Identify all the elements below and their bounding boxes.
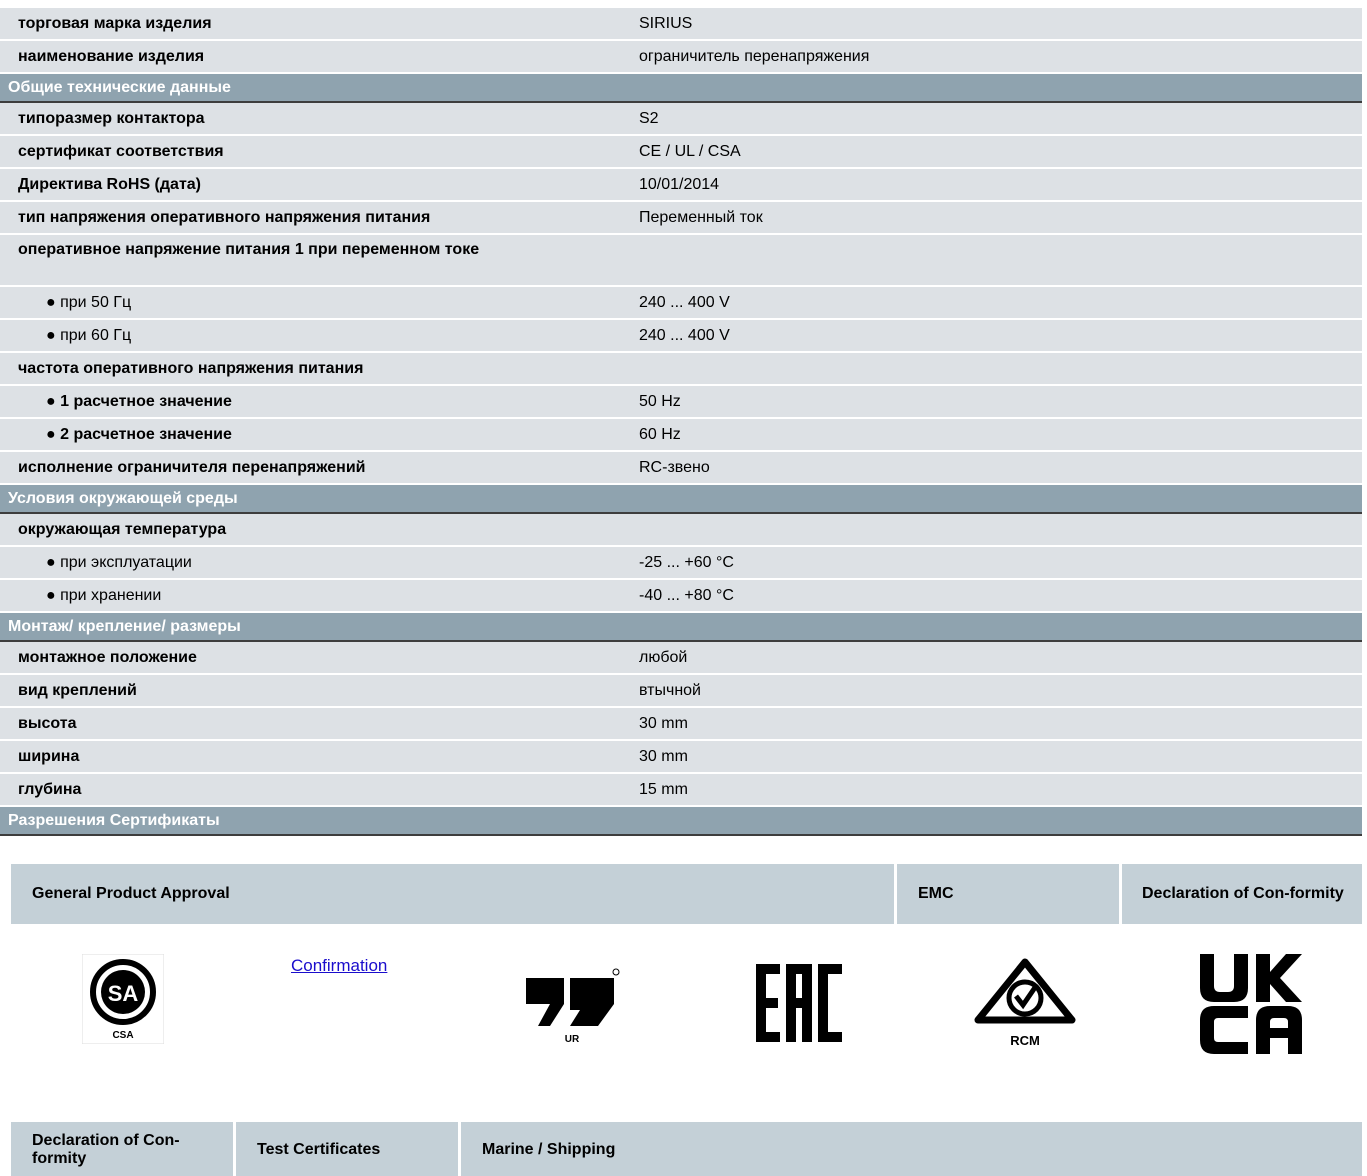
spec-label: ширина bbox=[0, 739, 621, 773]
section-title: Условия окружающей среды bbox=[0, 483, 1362, 514]
spec-value: CE / UL / CSA bbox=[621, 134, 1362, 168]
declaration-of-conformity-header-2: Declaration of Con-formity bbox=[11, 1122, 233, 1176]
spec-row: высота 30 mm bbox=[0, 706, 1362, 740]
spec-value bbox=[621, 351, 1362, 385]
spec-value: -25 ... +60 °C bbox=[621, 545, 1362, 579]
spec-value bbox=[621, 512, 1362, 546]
spec-value: втычной bbox=[621, 673, 1362, 707]
section-title: Общие технические данные bbox=[0, 72, 1362, 103]
spec-row: ● 1 расчетное значение 50 Hz bbox=[0, 384, 1362, 418]
ukca-logo-icon bbox=[1200, 954, 1302, 1054]
spec-row: частота оперативного напряжения питания bbox=[0, 351, 1362, 385]
ur-logo-icon: UR bbox=[526, 968, 620, 1045]
spec-label: окружающая температура bbox=[0, 512, 621, 546]
section-title: Монтаж/ крепление/ размеры bbox=[0, 611, 1362, 642]
csa-logo-icon: SA CSA bbox=[82, 954, 164, 1044]
csa-caption: CSA bbox=[112, 1030, 133, 1041]
spec-label: глубина bbox=[0, 772, 621, 806]
spec-row: тип напряжения оперативного напряжения п… bbox=[0, 200, 1362, 234]
cert-header-row-2: Declaration of Con-formity Test Certific… bbox=[11, 1122, 1362, 1176]
spec-value: RC-звено bbox=[621, 450, 1362, 484]
declaration-of-conformity-header: Declaration of Con-formity bbox=[1122, 864, 1362, 924]
cert-header-row: General Product Approval EMC Declaration… bbox=[11, 864, 1362, 924]
spec-label: ● 2 расчетное значение bbox=[0, 417, 621, 451]
spec-label: Директива RoHS (дата) bbox=[0, 167, 621, 201]
rcm-logo-icon: RCM bbox=[974, 958, 1076, 1048]
section-header: Общие технические данные bbox=[0, 72, 1362, 103]
spec-value: 30 mm bbox=[621, 739, 1362, 773]
ur-caption: UR bbox=[565, 1034, 580, 1045]
spec-value: 240 ... 400 V bbox=[621, 285, 1362, 319]
spec-label: ● при 50 Гц bbox=[0, 285, 621, 319]
spec-value: SIRIUS bbox=[621, 6, 1362, 40]
emc-header: EMC bbox=[897, 864, 1119, 924]
spec-label: вид креплений bbox=[0, 673, 621, 707]
confirmation-link[interactable]: Confirmation bbox=[291, 956, 387, 976]
spec-row: оперативное напряжение питания 1 при пер… bbox=[0, 233, 1362, 286]
test-certificates-header: Test Certificates bbox=[236, 1122, 458, 1176]
spec-label: тип напряжения оперативного напряжения п… bbox=[0, 200, 621, 234]
spec-value: -40 ... +80 °C bbox=[621, 578, 1362, 612]
spec-label: сертификат соответствия bbox=[0, 134, 621, 168]
spec-row: ● при 60 Гц 240 ... 400 V bbox=[0, 318, 1362, 352]
spec-label: торговая марка изделия bbox=[0, 6, 621, 40]
spec-value: 50 Hz bbox=[621, 384, 1362, 418]
spec-value bbox=[621, 233, 1362, 286]
section-title: Разрешения Сертификаты bbox=[0, 805, 1362, 836]
spec-label: наименование изделия bbox=[0, 39, 621, 73]
spec-label: высота bbox=[0, 706, 621, 740]
spec-table: торговая марка изделия SIRIUS наименование… bbox=[0, 6, 1362, 836]
spec-label: ● при эксплуатации bbox=[0, 545, 621, 579]
spec-row: торговая марка изделия SIRIUS bbox=[0, 6, 1362, 40]
spec-row: ширина 30 mm bbox=[0, 739, 1362, 773]
spec-row: Директива RoHS (дата) 10/01/2014 bbox=[0, 167, 1362, 201]
spec-row: ● при хранении -40 ... +80 °C bbox=[0, 578, 1362, 612]
spec-label: ● 1 расчетное значение bbox=[0, 384, 621, 418]
spec-label: оперативное напряжение питания 1 при пер… bbox=[0, 233, 621, 286]
spec-row: вид креплений втычной bbox=[0, 673, 1362, 707]
spec-row: типоразмер контактора S2 bbox=[0, 101, 1362, 135]
spec-value: Переменный ток bbox=[621, 200, 1362, 234]
spec-value: 240 ... 400 V bbox=[621, 318, 1362, 352]
spec-label: типоразмер контактора bbox=[0, 101, 621, 135]
spec-value: 15 mm bbox=[621, 772, 1362, 806]
section-header: Монтаж/ крепление/ размеры bbox=[0, 611, 1362, 642]
section-header: Разрешения Сертификаты bbox=[0, 805, 1362, 836]
spec-label: исполнение ограничителя перенапряжений bbox=[0, 450, 621, 484]
general-product-approval-header: General Product Approval bbox=[11, 864, 894, 924]
spec-row: ● при 50 Гц 240 ... 400 V bbox=[0, 285, 1362, 319]
spec-row: окружающая температура bbox=[0, 512, 1362, 546]
spec-label: ● при 60 Гц bbox=[0, 318, 621, 352]
spec-row: ● при эксплуатации -25 ... +60 °C bbox=[0, 545, 1362, 579]
spec-row: глубина 15 mm bbox=[0, 772, 1362, 806]
spec-row: исполнение ограничителя перенапряжений RC… bbox=[0, 450, 1362, 484]
spec-label: монтажное положение bbox=[0, 640, 621, 674]
spec-row: наименование изделия ограничитель перенап… bbox=[0, 39, 1362, 73]
spec-value: ограничитель перенапряжения bbox=[621, 39, 1362, 73]
csa-logo-mark: SA bbox=[108, 981, 139, 1006]
spec-value: S2 bbox=[621, 101, 1362, 135]
spec-row: сертификат соответствия CE / UL / CSA bbox=[0, 134, 1362, 168]
spec-value: любой bbox=[621, 640, 1362, 674]
section-header: Условия окружающей среды bbox=[0, 483, 1362, 514]
spec-value: 10/01/2014 bbox=[621, 167, 1362, 201]
marine-shipping-header: Marine / Shipping bbox=[461, 1122, 1362, 1176]
eac-logo-icon bbox=[756, 964, 842, 1042]
spec-label: ● при хранении bbox=[0, 578, 621, 612]
spec-value: 60 Hz bbox=[621, 417, 1362, 451]
spec-row: монтажное положение любой bbox=[0, 640, 1362, 674]
spec-row: ● 2 расчетное значение 60 Hz bbox=[0, 417, 1362, 451]
spec-value: 30 mm bbox=[621, 706, 1362, 740]
rcm-caption: RCM bbox=[1010, 1033, 1040, 1048]
spec-label: частота оперативного напряжения питания bbox=[0, 351, 621, 385]
